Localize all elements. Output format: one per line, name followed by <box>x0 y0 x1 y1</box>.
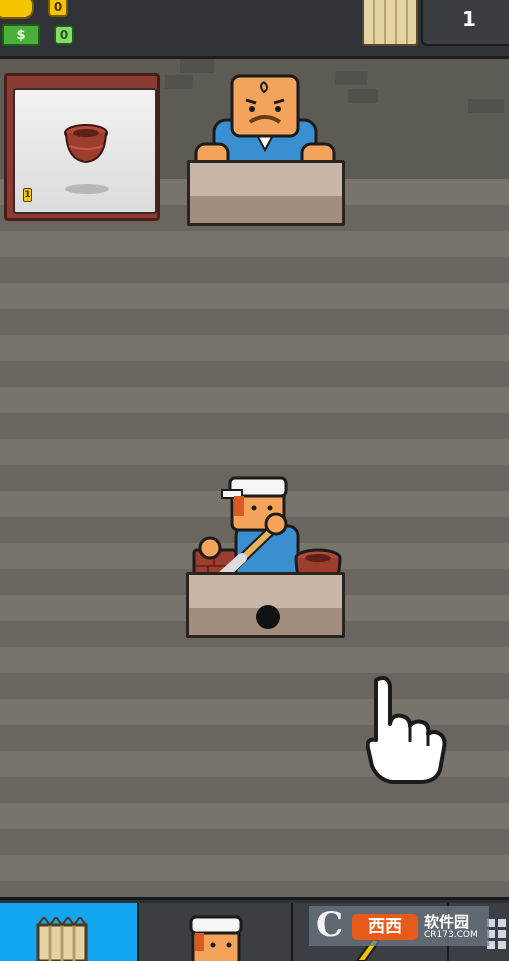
crates-icon[interactable] <box>362 0 418 46</box>
wall-brick <box>348 89 378 103</box>
order-quantity: 1 <box>23 188 32 202</box>
counter-hole <box>256 605 280 629</box>
watermark-url: CR173.COM <box>424 930 478 940</box>
order-card-panel: 1 <box>13 88 157 214</box>
counter-front <box>190 196 342 223</box>
cash-icon: $ <box>2 24 40 46</box>
watermark-xixi: 西西 <box>352 914 418 940</box>
tab-crates[interactable] <box>0 903 139 961</box>
top-hud: 0 $ 0 1 <box>0 0 509 59</box>
customer-counter <box>187 160 345 226</box>
worker-counter <box>186 572 345 638</box>
coin-row: 0 <box>0 0 68 20</box>
worker-tab-icon <box>189 915 243 961</box>
clay-pot-icon <box>64 124 108 164</box>
coin-count: 0 <box>48 0 68 17</box>
watermark-site-name: 软件园 <box>424 913 470 931</box>
item-shadow <box>65 184 109 194</box>
wall-brick <box>468 99 504 113</box>
cash-row: $ 0 <box>0 22 74 48</box>
wall-brick <box>165 75 193 89</box>
order-card[interactable]: 1 <box>4 73 160 221</box>
tab-worker[interactable] <box>139 903 293 961</box>
crates-count: 1 <box>421 0 509 46</box>
cash-count: 0 <box>54 25 74 45</box>
wall-brick <box>335 71 367 85</box>
coin-icon <box>0 0 34 19</box>
tap-hand-icon <box>366 676 447 784</box>
watermark-c: C <box>316 905 344 945</box>
crates-tab-icon <box>36 917 88 961</box>
grid-tab-icon <box>487 919 506 949</box>
wall-brick <box>180 59 214 73</box>
